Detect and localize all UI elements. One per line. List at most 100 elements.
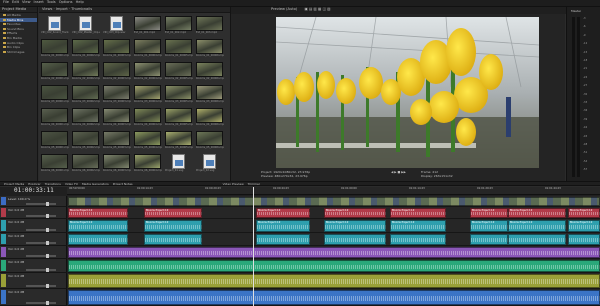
track-volume-slider[interactable] [26, 284, 56, 288]
timeline-clip[interactable] [68, 247, 600, 258]
menu-item-edit[interactable]: Edit [12, 0, 19, 5]
timeline-clip[interactable]: Blooms Project 2.0 [324, 220, 386, 232]
media-thumbnail[interactable]: blooms_04_00002.mp4 [72, 108, 100, 129]
timeline-clip[interactable]: Blooms Project 2.0 [68, 208, 128, 218]
timeline-clip[interactable]: Blooms Project 2.0 [470, 208, 508, 218]
track-volume-slider[interactable] [26, 202, 56, 206]
timeline-clip[interactable] [68, 234, 128, 245]
media-thumbnail[interactable]: blooms_04_00005.mp4 [165, 108, 193, 129]
media-thumbnail[interactable]: Project_02.veg [196, 154, 224, 175]
timeline-clip[interactable]: Blooms Project 2.0 [508, 208, 566, 218]
media-thumbnail[interactable]: blooms_02_00003.mp4 [103, 62, 131, 83]
timeline-clip[interactable]: Blooms Project 2.0 [256, 220, 310, 232]
menu-item-options[interactable]: Options [59, 0, 73, 5]
media-thumbnail[interactable]: blooms_03_00004.mp4 [134, 85, 162, 106]
track-volume-slider[interactable] [26, 214, 56, 218]
timeline-clip[interactable]: Blooms Project 2.0 [144, 208, 202, 218]
timeline-clip[interactable]: Blooms Project 2.0 [144, 220, 202, 232]
tree-item[interactable]: Still Images [0, 50, 37, 55]
track-header-4[interactable]: Vol: 0.0 dB [0, 233, 67, 246]
timeline-clip[interactable] [68, 290, 600, 305]
track-header-8[interactable]: Vol: 0.0 dB [0, 289, 67, 306]
media-thumbnail[interactable]: blooms_01_00005.mp4 [165, 39, 193, 60]
slider-knob[interactable] [46, 284, 49, 288]
media-thumbnail[interactable]: blooms_06_00003.mp4 [103, 154, 131, 175]
menu-item-view[interactable]: View [22, 0, 31, 5]
media-thumbnail[interactable]: blooms_02_00001.mp4 [41, 62, 69, 83]
timeline-clip[interactable]: Blooms Project 2.0 [508, 220, 566, 232]
media-thumbnail[interactable]: blooms_04_00004.mp4 [134, 108, 162, 129]
media-thumbnail[interactable]: blooms_06_00001.mp4 [41, 154, 69, 175]
timeline-clip[interactable] [470, 234, 508, 245]
media-thumbnail[interactable]: blooms_05_00003.mp4 [103, 131, 131, 152]
slider-knob[interactable] [46, 241, 49, 245]
timeline-clip[interactable] [144, 234, 202, 245]
track-volume-slider[interactable] [26, 301, 56, 305]
media-thumbnail[interactable]: blooms_05_00005.mp4 [165, 131, 193, 152]
track-volume-slider[interactable] [26, 268, 56, 272]
media-thumbnail[interactable]: blooms_04_00006.mp4 [196, 108, 224, 129]
media-thumbnail[interactable]: blooms_05_00002.mp4 [72, 131, 100, 152]
media-thumbnail[interactable]: blooms_04_00003.mp4 [103, 108, 131, 129]
timeline-clip[interactable]: Blooms Project 2.0 [568, 220, 600, 232]
menu-item-help[interactable]: Help [76, 0, 84, 5]
media-thumbnail[interactable]: VID_C02_Master_Clip.wav [72, 16, 100, 37]
slider-knob[interactable] [46, 202, 49, 206]
timeline-clip[interactable]: Blooms Project 2.0 [568, 208, 600, 218]
media-thumbnail[interactable]: blooms_01_00001.mp4 [41, 39, 69, 60]
window-tab[interactable]: Video FX [65, 182, 78, 185]
slider-knob[interactable] [46, 254, 49, 258]
window-tab[interactable]: Project Notes [113, 182, 133, 185]
menu-item-tools[interactable]: Tools [47, 0, 56, 5]
track-header-1[interactable]: Level: 100.0 % [0, 196, 67, 207]
media-thumbnail[interactable]: blooms_03_00002.mp4 [72, 85, 100, 106]
track-volume-slider[interactable] [26, 254, 56, 258]
track-volume-slider[interactable] [26, 228, 56, 232]
window-tab[interactable]: Media Generators [82, 182, 109, 185]
media-thumbnail[interactable]: blooms_02_00005.mp4 [165, 62, 193, 83]
media-thumbnail[interactable]: blooms_02_00004.mp4 [134, 62, 162, 83]
window-tab[interactable]: Transitions [45, 182, 61, 185]
media-thumbnail[interactable]: Ext_01_001.mp4 [134, 16, 162, 37]
media-toolbar[interactable]: Views · Import · Thumbnails [39, 7, 230, 13]
track-header-6[interactable]: Vol: 0.0 dB [0, 259, 67, 273]
timeline-clip[interactable]: Blooms Project 2.0 [256, 208, 310, 218]
time-ruler[interactable]: 00:59:59:00 01:00:14:23 01:00:29:23 01:00:4… [67, 187, 600, 195]
track-header-7[interactable]: Vol: 0.0 dB [0, 273, 67, 289]
track-header-5[interactable]: Vol: 0.0 dB [0, 246, 67, 259]
media-thumbnail[interactable]: blooms_04_00001.mp4 [41, 108, 69, 129]
media-thumbnail[interactable]: blooms_02_00002.mp4 [72, 62, 100, 83]
menu-item-insert[interactable]: Insert [34, 0, 44, 5]
track-header-3[interactable]: Vol: 0.0 dB [0, 219, 67, 233]
timeline-clip[interactable] [568, 234, 600, 245]
media-thumbnail[interactable]: blooms_03_00003.mp4 [103, 85, 131, 106]
transport-icons[interactable]: ◀ ▶ ■ ▶▶ [391, 170, 406, 174]
media-thumbnail[interactable]: blooms_01_00004.mp4 [134, 39, 162, 60]
window-tab[interactable]: Explorer [28, 182, 41, 185]
slider-knob[interactable] [46, 301, 49, 305]
timeline-clip[interactable]: Blooms Project 2.0 [390, 208, 446, 218]
slider-knob[interactable] [46, 268, 49, 272]
media-thumbnail[interactable]: blooms_01_00003.mp4 [103, 39, 131, 60]
timeline-clip[interactable]: Blooms Project 2.0 [68, 220, 128, 232]
media-thumbnail[interactable]: blooms_05_00006.mp4 [196, 131, 224, 152]
preview-tools-icons[interactable]: ▣ ▤ ▥ ▦ ◫ ▧ [304, 7, 330, 11]
media-thumbnail[interactable]: blooms_02_00006.mp4 [196, 62, 224, 83]
track-header-2[interactable]: Vol: 0.0 dB [0, 207, 67, 219]
media-thumbnail[interactable]: blooms_03_00006.mp4 [196, 85, 224, 106]
media-thumbnail[interactable]: blooms_05_00004.mp4 [134, 131, 162, 152]
timeline-clip[interactable] [68, 197, 600, 206]
playhead-cursor[interactable] [253, 187, 254, 306]
timeline-clip[interactable]: Blooms Project 2.0 [324, 208, 386, 218]
timeline-clip[interactable] [390, 234, 446, 245]
track-volume-slider[interactable] [26, 241, 56, 245]
timeline-clip[interactable] [68, 274, 600, 288]
slider-knob[interactable] [46, 214, 49, 218]
preview-tab[interactable]: Video Preview [223, 182, 244, 185]
media-thumbnail[interactable]: Project_01.veg [165, 154, 193, 175]
media-thumbnail[interactable]: blooms_05_00001.mp4 [41, 131, 69, 152]
preview-tab[interactable]: Trimmer [248, 182, 260, 185]
timeline-clip[interactable] [256, 234, 310, 245]
slider-knob[interactable] [46, 228, 49, 232]
media-thumbnail[interactable]: VID_C02_Sound_Track.wav [41, 16, 69, 37]
